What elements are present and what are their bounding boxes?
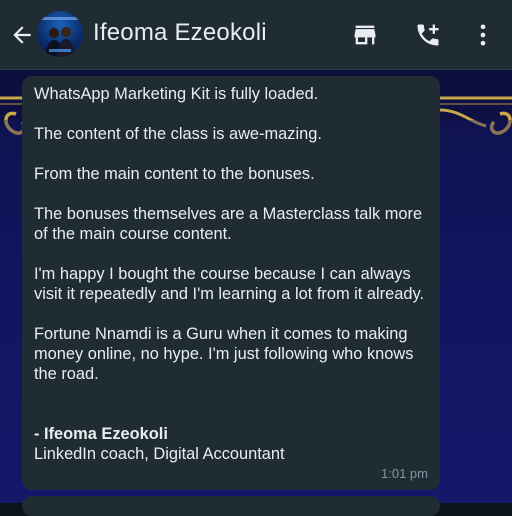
more-vertical-icon[interactable] xyxy=(467,19,499,51)
back-arrow-icon[interactable] xyxy=(8,21,36,49)
message-paragraph: I'm happy I bought the course because I … xyxy=(34,265,425,303)
message-paragraph: WhatsApp Marketing Kit is fully loaded. xyxy=(34,85,319,103)
avatar[interactable] xyxy=(37,11,83,57)
chat-header: Ifeoma Ezeokoli xyxy=(0,0,512,70)
message-timestamp: 1:01 pm xyxy=(381,466,428,481)
call-add-icon[interactable] xyxy=(412,19,444,51)
signature-name: - Ifeoma Ezeokoli xyxy=(34,425,168,443)
contact-name[interactable]: Ifeoma Ezeokoli xyxy=(93,19,267,47)
store-icon[interactable] xyxy=(349,19,381,51)
next-message-bubble[interactable] xyxy=(22,496,440,516)
signature-role: LinkedIn coach, Digital Accountant xyxy=(34,445,285,463)
message-paragraph: Fortune Nnamdi is a Guru when it comes t… xyxy=(34,325,414,383)
message-paragraph: From the main content to the bonuses. xyxy=(34,165,315,183)
message-paragraph: The bonuses themselves are a Masterclass… xyxy=(34,205,423,243)
message-paragraph: The content of the class is awe-mazing. xyxy=(34,125,322,143)
message-bubble[interactable]: WhatsApp Marketing Kit is fully loaded. … xyxy=(22,76,440,490)
